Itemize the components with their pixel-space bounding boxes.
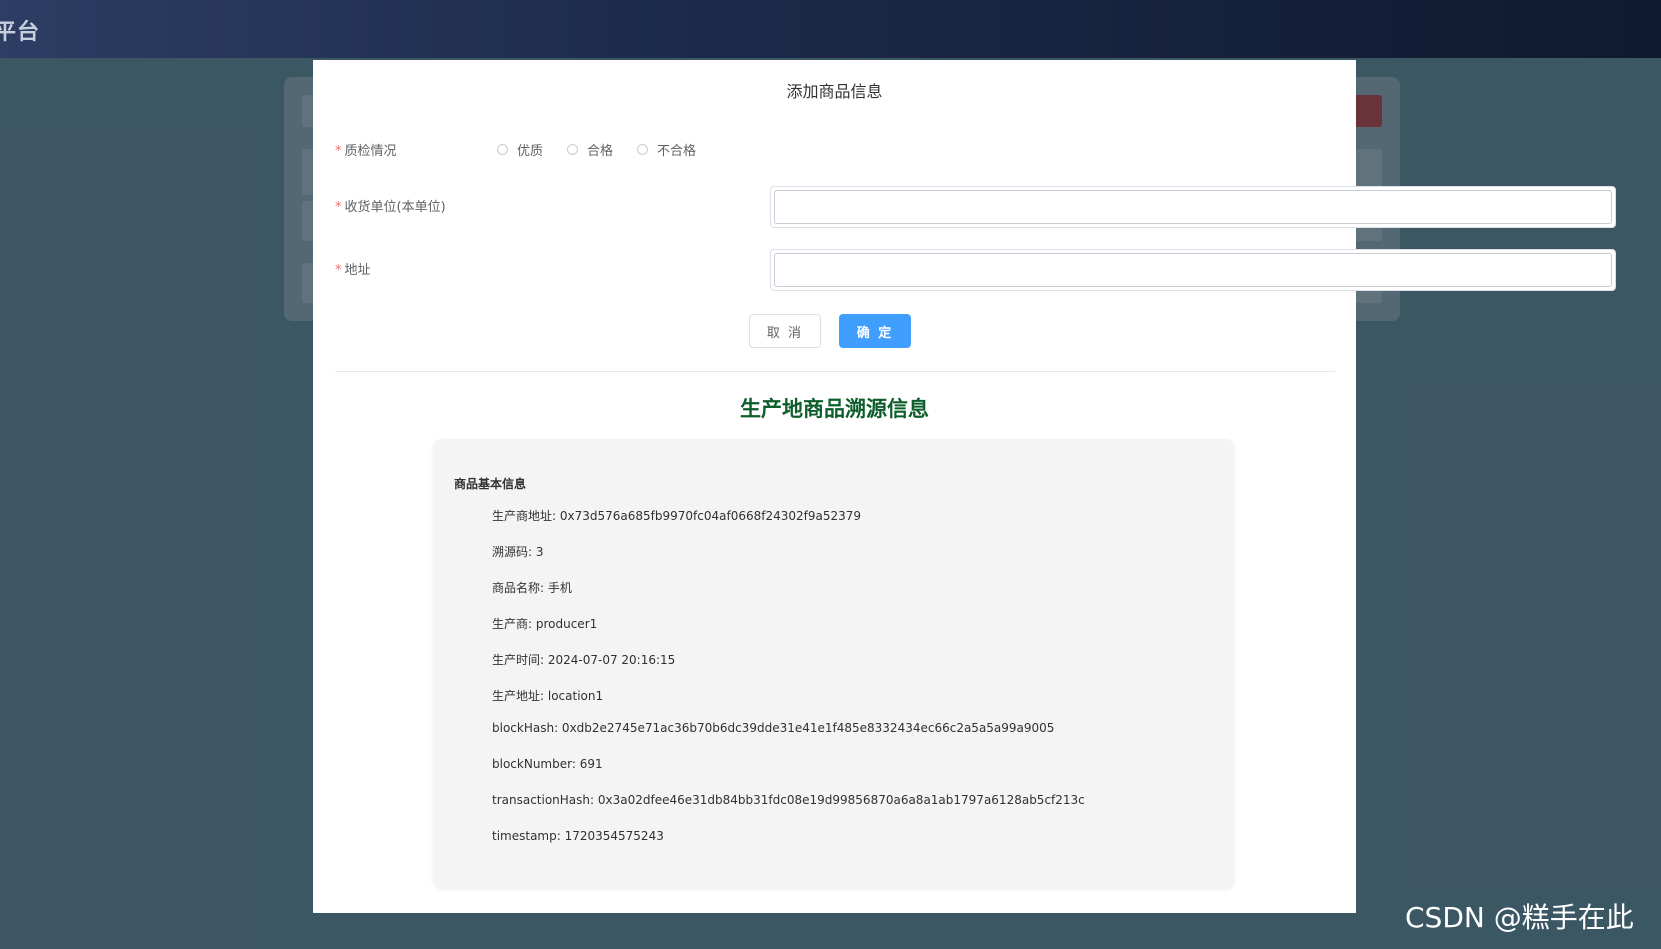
divider <box>335 371 1335 372</box>
info-line-product-name: 商品名称: 手机 <box>492 581 572 595</box>
address-label: * 地址 <box>335 263 371 278</box>
trace-title: 生产地商品溯源信息 <box>740 397 929 421</box>
radio-unqualified[interactable]: 不合格 <box>637 140 696 159</box>
radio-circle-icon[interactable] <box>567 144 579 155</box>
dialog-title: 添加商品信息 <box>786 82 883 101</box>
info-line-transaction-hash: transactionHash: 0x3a02dfee46e31db84bb31… <box>492 793 1085 807</box>
top-navbar: 平台 <box>0 0 1661 58</box>
confirm-button[interactable]: 确 定 <box>839 314 911 348</box>
address-input[interactable] <box>775 254 1611 286</box>
info-line-production-location: 生产地址: location1 <box>492 689 604 703</box>
info-line-producer: 生产商: producer1 <box>492 617 598 631</box>
info-line-block-number: blockNumber: 691 <box>492 757 603 771</box>
required-asterisk: * <box>335 144 342 159</box>
radio-circle-icon[interactable] <box>497 144 508 155</box>
radio-qualified[interactable]: 合格 <box>567 140 613 159</box>
info-line-block-hash: blockHash: 0xdb2e2745e71ac36b70b6dc39dde… <box>492 721 1055 735</box>
address-input-box <box>774 253 1612 287</box>
trace-info-card: 商品基本信息 生产商地址: 0x73d576a685fb9970fc04af06… <box>434 439 1234 887</box>
section-title: 商品基本信息 <box>454 477 527 491</box>
app-title: 平台 <box>0 20 41 45</box>
receiver-label: * 收货单位(本单位) <box>335 200 446 215</box>
info-line-producer-address: 生产商地址: 0x73d576a685fb9970fc04af0668f2430… <box>492 509 862 523</box>
info-line-timestamp: timestamp: 1720354575243 <box>492 829 664 843</box>
required-asterisk: * <box>335 263 342 278</box>
receiver-input[interactable] <box>775 191 1611 223</box>
receiver-input-wrapper <box>770 186 1616 228</box>
cancel-button[interactable]: 取 消 <box>749 314 821 348</box>
radio-excellent[interactable]: 优质 <box>497 140 543 159</box>
add-product-dialog: 添加商品信息 * 质检情况 优质 合格 不合格 * 收货单位(本单位) * 地址… <box>313 60 1616 913</box>
address-input-wrapper <box>770 249 1616 291</box>
quality-label: * 质检情况 <box>335 144 397 159</box>
quality-radio-group: 优质 合格 不合格 <box>497 140 720 159</box>
required-asterisk: * <box>335 200 342 215</box>
info-line-production-time: 生产时间: 2024-07-07 20:16:15 <box>492 653 676 667</box>
quality-row: * 质检情况 优质 合格 不合格 <box>335 140 1335 184</box>
info-line-trace-code: 溯源码: 3 <box>492 545 544 559</box>
csdn-watermark: CSDN @糕手在此 <box>1405 901 1634 934</box>
receiver-input-box <box>774 190 1612 224</box>
radio-circle-icon[interactable] <box>637 144 649 155</box>
